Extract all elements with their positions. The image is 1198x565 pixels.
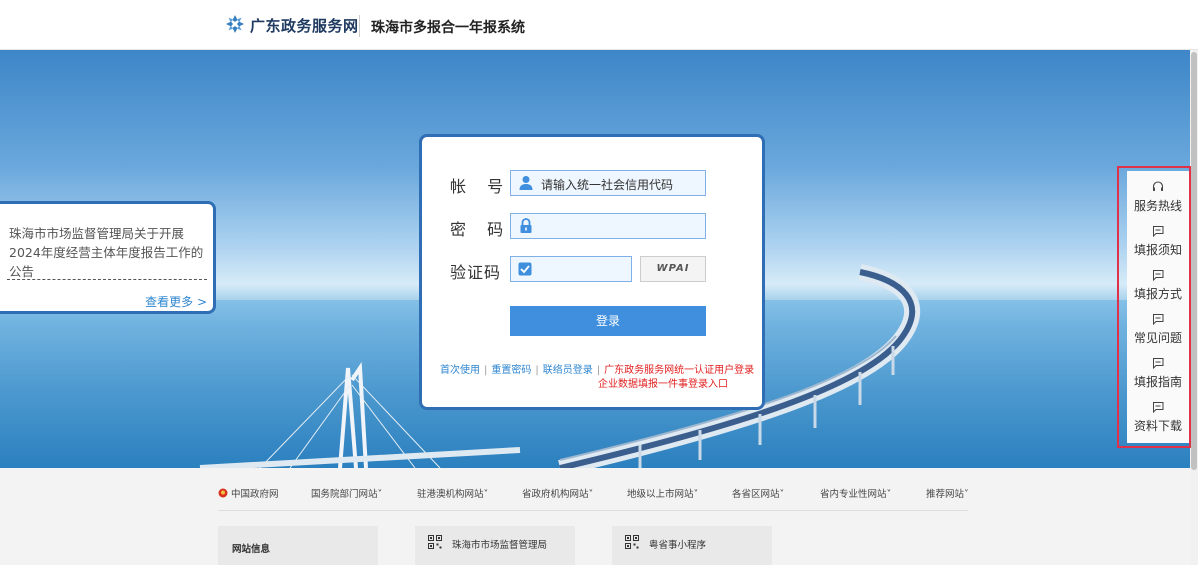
liaison-login-link[interactable]: 联络员登录	[543, 365, 593, 376]
site-info-title: 网站信息	[232, 544, 271, 555]
site-header: 广东政务服务网 珠海市多报合一年报系统	[0, 0, 1198, 50]
footer-nav-provinces[interactable]: 各省区网站˅	[732, 486, 784, 500]
chevron-down-icon: ˅	[779, 489, 785, 500]
password-input[interactable]	[510, 213, 706, 239]
account-placeholder: 请输入统一社会信用代码	[541, 178, 674, 192]
footer-nav-hk-macau[interactable]: 驻港澳机构网站˅	[417, 486, 488, 500]
site-info-card: 网站信息	[218, 526, 378, 565]
login-links: 首次使用 | 重置密码 | 联络员登录 | 广东政务服务网统一认证用户登录	[440, 361, 754, 376]
filing-method-label: 填报方式	[1133, 287, 1182, 301]
footer-nav-provincial[interactable]: 省政府机构网站˅	[522, 486, 593, 500]
login-button[interactable]: 登录	[510, 306, 706, 336]
gd-gov-logo-icon	[226, 15, 244, 33]
announcement-card[interactable]: 珠海市市场监督管理局关于开展2024年度经营主体年度报告工作的公告 查看更多 >	[0, 201, 216, 314]
service-hotline-item[interactable]: 服务热线	[1127, 181, 1189, 225]
filing-notice-item[interactable]: 填报须知	[1127, 225, 1189, 269]
chevron-down-icon: ˅	[964, 489, 969, 500]
filing-guide-item[interactable]: 填报指南	[1127, 357, 1189, 401]
filing-notice-label: 填报须知	[1133, 243, 1182, 257]
footer-nav-label: 推荐网站	[926, 489, 965, 500]
service-panel: 服务热线 填报须知 填报方式 常见问题 填报指南 资料下载	[1117, 166, 1191, 448]
check-shield-icon	[518, 262, 532, 276]
header-divider	[359, 15, 360, 37]
qr-code-icon	[625, 535, 639, 549]
footer-nav-label: 各省区网站	[732, 489, 780, 500]
first-use-link[interactable]: 首次使用	[440, 365, 480, 376]
footer-nav-recommended[interactable]: 推荐网站˅	[926, 486, 969, 500]
message-icon	[1153, 270, 1164, 281]
enterprise-entry-link[interactable]: 企业数据填报一件事登录入口	[598, 375, 728, 390]
captcha-label: 验证码	[450, 263, 502, 282]
footer-nav-label: 中国政府网	[231, 489, 279, 500]
qr-code-icon	[428, 535, 442, 549]
site-footer: 中国政府网 国务院部门网站˅ 驻港澳机构网站˅ 省政府机构网站˅ 地级以上市网站…	[0, 468, 1190, 565]
bureau-card[interactable]: 珠海市市场监督管理局	[415, 526, 575, 565]
footer-nav-state-council[interactable]: 国务院部门网站˅	[311, 486, 382, 500]
bureau-label: 珠海市市场监督管理局	[452, 540, 548, 551]
lock-icon	[520, 218, 532, 233]
footer-nav-gov-cn[interactable]: 中国政府网	[218, 486, 279, 500]
chevron-down-icon: ˅	[483, 489, 489, 500]
footer-nav-prefecture[interactable]: 地级以上市网站˅	[627, 486, 698, 500]
captcha-input[interactable]	[510, 256, 632, 282]
footer-divider	[218, 510, 968, 511]
service-panel-inner: 服务热线 填报须知 填报方式 常见问题 填报指南 资料下载	[1127, 171, 1189, 443]
chevron-down-icon: ˅	[693, 489, 699, 500]
chevron-down-icon: ˅	[377, 489, 383, 500]
footer-nav-professional[interactable]: 省内专业性网站˅	[820, 486, 891, 500]
reset-password-link[interactable]: 重置密码	[491, 365, 531, 376]
miniapp-card[interactable]: 粤省事小程序	[612, 526, 772, 565]
miniapp-label: 粤省事小程序	[649, 540, 707, 551]
link-separator: |	[535, 365, 539, 376]
announcement-text[interactable]: 珠海市市场监督管理局关于开展2024年度经营主体年度报告工作的公告	[9, 224, 207, 281]
view-more-link[interactable]: 查看更多 >	[145, 293, 207, 310]
faq-label: 常见问题	[1133, 331, 1182, 345]
message-icon	[1153, 358, 1164, 369]
login-panel: 帐 号 请输入统一社会信用代码 密 码 验证码 WPAI 登录 首次使用 | 重置密…	[419, 134, 765, 410]
national-emblem-icon	[218, 488, 228, 498]
announcement-divider	[7, 279, 207, 280]
headset-icon	[1152, 181, 1164, 191]
footer-nav-label: 省政府机构网站	[522, 489, 589, 500]
faq-item[interactable]: 常见问题	[1127, 313, 1189, 357]
message-icon	[1153, 402, 1164, 413]
footer-nav-label: 驻港澳机构网站	[417, 489, 484, 500]
link-separator: |	[484, 365, 488, 376]
account-input[interactable]: 请输入统一社会信用代码	[510, 170, 706, 196]
chevron-down-icon: ˅	[588, 489, 594, 500]
chevron-down-icon: ˅	[886, 489, 892, 500]
footer-nav-label: 省内专业性网站	[820, 489, 887, 500]
filing-method-item[interactable]: 填报方式	[1127, 269, 1189, 313]
site-name[interactable]: 广东政务服务网	[250, 15, 359, 36]
filing-guide-label: 填报指南	[1133, 375, 1182, 389]
download-label: 资料下载	[1133, 419, 1182, 433]
message-icon	[1153, 314, 1164, 325]
message-icon	[1153, 226, 1164, 237]
footer-nav-label: 地级以上市网站	[627, 489, 694, 500]
footer-nav-label: 国务院部门网站	[311, 489, 378, 500]
scrollbar-thumb[interactable]	[1191, 52, 1197, 470]
password-label: 密 码	[450, 220, 512, 239]
user-icon	[519, 176, 533, 190]
system-title: 珠海市多报合一年报系统	[371, 20, 525, 36]
download-item[interactable]: 资料下载	[1127, 401, 1189, 445]
captcha-image[interactable]: WPAI	[640, 256, 706, 282]
account-label: 帐 号	[450, 177, 512, 196]
service-hotline-label: 服务热线	[1133, 199, 1182, 213]
